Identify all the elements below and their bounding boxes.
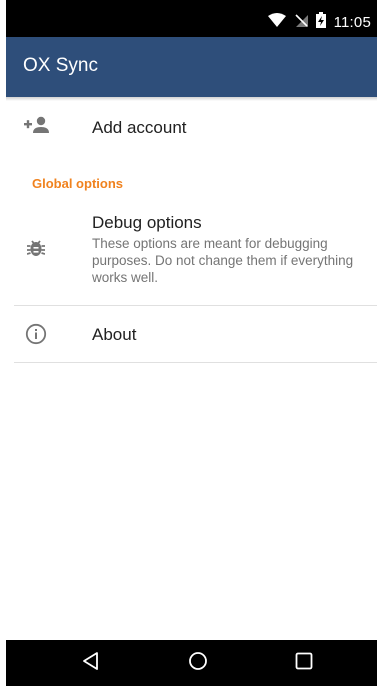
home-icon <box>188 651 208 676</box>
home-button[interactable] <box>168 640 228 686</box>
about-label: About <box>92 325 137 344</box>
app-bar: OX Sync <box>6 37 377 97</box>
device-screen: 11:05 OX Sync Add account Global options <box>6 0 377 686</box>
no-sim-icon <box>294 13 308 32</box>
divider <box>14 362 377 363</box>
window-frame-right <box>377 0 383 686</box>
status-time: 11:05 <box>333 14 371 31</box>
recents-icon <box>295 652 313 675</box>
app-title: OX Sync <box>23 55 98 76</box>
battery-charging-icon <box>315 12 326 33</box>
add-person-icon <box>24 116 50 139</box>
divider <box>14 305 377 306</box>
status-bar: 11:05 <box>6 0 377 37</box>
global-options-header: Global options <box>32 176 123 191</box>
nav-bar <box>6 640 377 686</box>
info-icon <box>25 323 47 350</box>
bug-icon <box>26 238 46 263</box>
debug-options-summary: These options are meant for debugging pu… <box>92 236 354 285</box>
recents-button[interactable] <box>274 640 334 686</box>
debug-options-title: Debug options <box>92 213 202 232</box>
add-account-label: Add account <box>92 118 187 137</box>
add-account-item[interactable]: Add account <box>6 104 377 150</box>
back-button[interactable] <box>61 640 121 686</box>
about-item[interactable]: About <box>6 311 377 357</box>
back-icon <box>82 651 100 675</box>
status-icons: 11:05 <box>267 12 371 33</box>
wifi-icon <box>267 13 286 32</box>
app-bar-shadow <box>6 97 377 101</box>
